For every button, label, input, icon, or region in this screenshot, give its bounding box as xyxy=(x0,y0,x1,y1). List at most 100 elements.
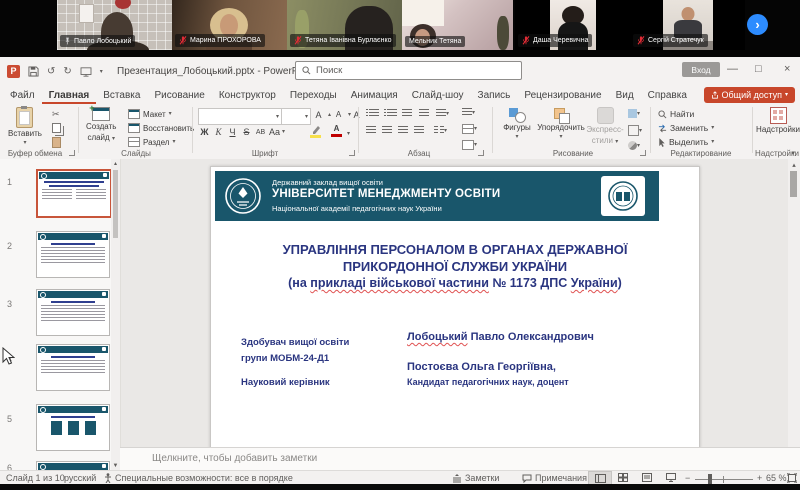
grow-font-button[interactable]: А ▴ xyxy=(312,110,331,120)
scroll-up-icon[interactable]: ▴ xyxy=(111,160,120,167)
present-icon[interactable] xyxy=(80,66,92,77)
undo-icon[interactable]: ↺ xyxy=(47,66,55,77)
tab-draw[interactable]: Рисование xyxy=(147,88,211,104)
numbering-button[interactable] xyxy=(384,109,397,118)
tab-view[interactable]: Вид xyxy=(609,88,641,104)
save-icon[interactable] xyxy=(28,66,39,77)
bold-button[interactable]: Ж xyxy=(198,127,211,137)
slide-thumbnail-2[interactable] xyxy=(36,231,110,278)
tab-file[interactable]: Файл xyxy=(3,88,42,104)
fit-to-window-button[interactable] xyxy=(787,473,797,483)
find-button[interactable]: Найти xyxy=(658,109,694,119)
zoom-out-button[interactable]: − xyxy=(685,473,690,483)
slide-area-scrollbar[interactable]: ▴ xyxy=(788,159,800,470)
font-color-button[interactable]: А xyxy=(330,124,343,137)
change-case-button[interactable]: Аа xyxy=(268,127,281,137)
scroll-up-icon[interactable]: ▴ xyxy=(788,161,800,169)
scrollbar-thumb[interactable] xyxy=(790,171,797,197)
align-text-button[interactable]: ▾ xyxy=(462,124,477,134)
collapse-ribbon-icon[interactable]: ▾ xyxy=(791,149,795,157)
tab-animations[interactable]: Анимация xyxy=(344,88,405,104)
slide-right-column[interactable]: Лобоцький Павло Олександрович Постоєва О… xyxy=(407,331,594,387)
minimize-button[interactable]: — xyxy=(727,63,738,76)
accessibility-item[interactable]: Специальные возможности: все в порядке xyxy=(104,473,293,483)
font-dialog-launcher[interactable] xyxy=(349,150,355,156)
paste-button[interactable]: Вставить ▾ xyxy=(8,106,42,146)
slide-thumbnail-6[interactable] xyxy=(36,461,110,470)
format-painter-button[interactable] xyxy=(52,137,61,148)
align-center-button[interactable] xyxy=(382,126,392,135)
quick-styles-button[interactable]: Экспресс- стили ▾ xyxy=(586,107,624,145)
participant-tile-serhii[interactable]: Сергій Стратечук xyxy=(630,0,745,50)
shrink-font-button[interactable]: А ▾ xyxy=(332,110,351,119)
reset-button[interactable]: Восстановить xyxy=(128,123,194,133)
replace-button[interactable]: Заменить ▾ xyxy=(658,123,714,133)
italic-button[interactable]: К xyxy=(212,127,225,137)
share-button[interactable]: Общий доступ ▾ xyxy=(703,87,795,103)
language-indicator[interactable]: русский xyxy=(64,473,96,483)
text-direction-button[interactable]: ▾ xyxy=(462,108,475,117)
shape-outline-button[interactable]: ▾ xyxy=(628,125,642,136)
drawing-dialog-launcher[interactable] xyxy=(640,150,646,156)
clear-formatting-button[interactable]: А xyxy=(350,110,363,120)
font-color-dropdown[interactable]: ▾ xyxy=(347,131,350,137)
participant-tile-melnyk[interactable]: Мельник Тетяна xyxy=(402,0,513,50)
line-spacing-button[interactable]: ▾ xyxy=(436,109,449,118)
section-button[interactable]: Раздел ▾ xyxy=(128,137,175,147)
sign-in-button[interactable]: Вход xyxy=(682,62,720,77)
scroll-down-icon[interactable]: ▼ xyxy=(111,463,120,469)
slide-title[interactable]: УПРАВЛІННЯ ПЕРСОНАЛОМ В ОРГАНАХ ДЕРЖАВНО… xyxy=(211,241,699,292)
character-spacing-button[interactable]: АВ xyxy=(254,129,267,136)
font-size-combo[interactable]: ▾ xyxy=(281,108,311,125)
paragraph-dialog-launcher[interactable] xyxy=(478,150,484,156)
slide-thumbnail-4[interactable] xyxy=(36,344,110,391)
thumbnail-scrollbar[interactable]: ▴ ▼ xyxy=(111,159,120,470)
justify-button[interactable] xyxy=(414,126,424,135)
layout-button[interactable]: Макет ▾ xyxy=(128,109,172,119)
search-input[interactable]: Поиск xyxy=(295,61,522,80)
arrange-button[interactable]: Упорядочить ▾ xyxy=(537,107,585,140)
shapes-button[interactable]: Фигуры ▾ xyxy=(500,107,534,140)
customize-qat-icon[interactable]: ▾ xyxy=(100,69,103,75)
tab-record[interactable]: Запись xyxy=(471,88,518,104)
highlight-color-button[interactable] xyxy=(310,125,321,138)
participant-tile-maryna[interactable]: Марина ПРОХОРОВА xyxy=(172,0,287,50)
tab-help[interactable]: Справка xyxy=(641,88,694,104)
maximize-button[interactable]: □ xyxy=(755,63,762,76)
scrollbar-thumb[interactable] xyxy=(113,170,118,238)
slide-thumbnail-1[interactable] xyxy=(36,169,112,218)
tab-design[interactable]: Конструктор xyxy=(212,88,283,104)
strikethrough-button[interactable]: S xyxy=(240,127,253,137)
slideshow-view-button[interactable] xyxy=(660,471,682,484)
slide-thumbnail-5[interactable] xyxy=(36,404,110,451)
decrease-indent-button[interactable] xyxy=(402,109,412,118)
shape-effects-button[interactable]: ▾ xyxy=(628,141,640,150)
tab-review[interactable]: Рецензирование xyxy=(517,88,608,104)
convert-smartart-button[interactable]: ▾ xyxy=(462,140,477,150)
columns-button[interactable]: ▾ xyxy=(434,126,447,135)
zoom-slider-thumb[interactable] xyxy=(708,474,712,484)
reading-view-button[interactable] xyxy=(636,471,658,484)
tab-insert[interactable]: Вставка xyxy=(96,88,147,104)
zoom-in-button[interactable]: + xyxy=(757,473,762,483)
shape-fill-button[interactable]: ▾ xyxy=(628,109,640,118)
tab-home[interactable]: Главная xyxy=(41,88,97,104)
slide-thumbnail-3[interactable] xyxy=(36,289,110,336)
participant-tile-dasha[interactable]: Даша Черевична xyxy=(515,0,630,50)
notes-toggle[interactable]: Заметки xyxy=(452,473,499,483)
slide-left-column[interactable]: Здобувач вищої освіти групи МОБМ-24-Д1 Н… xyxy=(241,335,349,391)
slide-sorter-button[interactable] xyxy=(612,471,634,484)
comments-toggle[interactable]: Примечания xyxy=(522,473,587,483)
close-button[interactable]: × xyxy=(784,63,790,76)
tab-transitions[interactable]: Переходы xyxy=(283,88,344,104)
bullets-button[interactable] xyxy=(366,109,379,118)
gallery-next-button[interactable]: › xyxy=(747,14,768,35)
slide-canvas[interactable]: Державний заклад вищої освіти УНІВЕРСИТЕ… xyxy=(210,166,700,449)
participant-tile-tetiana-b[interactable]: Тетяна Іванівна Бурлаєнко xyxy=(287,0,402,50)
notes-pane[interactable]: Щелкните, чтобы добавить заметки xyxy=(120,447,800,471)
participant-tile-pavlo[interactable]: Павло Лобоцький xyxy=(57,0,172,50)
redo-icon[interactable]: ↻ xyxy=(63,66,71,77)
copy-button[interactable] xyxy=(52,123,61,133)
powerpoint-app-icon[interactable]: P xyxy=(7,65,20,78)
increase-indent-button[interactable] xyxy=(419,109,429,118)
